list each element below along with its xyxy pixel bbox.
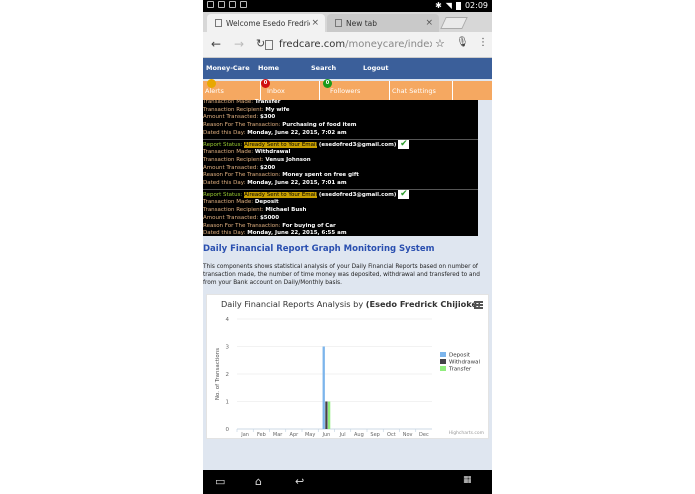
legend-swatch xyxy=(440,359,446,364)
tab-title: New tab xyxy=(346,18,378,28)
subnav-chat-settings[interactable]: Chat Settings xyxy=(390,81,453,100)
tab-title: Welcome Esedo Fredrick Chi xyxy=(226,18,310,28)
x-tick-label: Sep xyxy=(370,432,379,438)
legend-swatch xyxy=(440,352,446,357)
subnav-label: Followers xyxy=(330,86,361,95)
x-tick-label: Apr xyxy=(290,432,300,438)
y-tick-label: 1 xyxy=(226,400,230,406)
status-badge: Already Sent to Your Email xyxy=(244,141,318,148)
legend-label: Deposit xyxy=(449,353,471,359)
back-icon[interactable]: ← xyxy=(211,37,221,51)
page-icon xyxy=(265,40,273,50)
bar-deposit xyxy=(322,346,325,429)
x-tick-label: Jul xyxy=(339,432,346,438)
sub-nav: Alerts 0 Inbox 0 Followers Chat Settings xyxy=(203,79,492,100)
warning-icon xyxy=(229,1,236,8)
subnav-label: Chat Settings xyxy=(392,86,436,95)
subnav-inbox[interactable]: 0 Inbox xyxy=(261,79,320,100)
check-icon: ✔ xyxy=(398,138,410,149)
tab-strip: Welcome Esedo Fredrick Chi × New tab × xyxy=(203,12,492,32)
page-icon xyxy=(335,19,342,27)
y-tick-label: 0 xyxy=(226,427,230,433)
overflow-icon[interactable]: ▦ xyxy=(463,475,472,485)
y-tick-label: 2 xyxy=(226,372,230,378)
close-icon[interactable]: × xyxy=(311,18,319,28)
subnav-label: Inbox xyxy=(267,86,285,95)
image-icon xyxy=(240,1,247,8)
nav-logout[interactable]: Logout xyxy=(363,64,388,72)
url-bar[interactable]: fredcare.com/moneycare/index_ana xyxy=(279,39,432,50)
page-description: This components shows statistical analys… xyxy=(203,264,480,286)
url-host: fredcare.com xyxy=(279,39,346,50)
y-tick-label: 4 xyxy=(226,317,230,323)
report-entry: Report Status: Already Sent to Your Emai… xyxy=(203,138,478,188)
status-badge: Already Sent to Your Email xyxy=(244,191,318,198)
notification-icon xyxy=(207,1,214,8)
x-tick-label: Nov xyxy=(403,432,413,438)
y-axis-label: No. of Transactions xyxy=(215,348,221,400)
back-nav-icon[interactable]: ↩ xyxy=(295,475,304,488)
legend-label: Transfer xyxy=(448,367,472,373)
subnav-followers[interactable]: 0 Followers xyxy=(320,79,390,100)
report-list: Transaction Made: Transfer Transaction R… xyxy=(203,99,478,238)
inbox-badge: 0 xyxy=(261,79,270,88)
home-icon[interactable]: ⌂ xyxy=(255,475,262,488)
notification-icon xyxy=(218,1,225,8)
wifi-icon: ◥ xyxy=(445,1,452,10)
nav-search[interactable]: Search xyxy=(311,64,336,72)
alert-badge xyxy=(207,79,216,88)
x-tick-label: May xyxy=(305,432,315,438)
recent-apps-icon[interactable]: ▭ xyxy=(215,475,225,488)
report-entry: Report Status: Already Sent to Your Emai… xyxy=(203,188,478,238)
mic-icon[interactable]: 🎙 xyxy=(456,37,469,48)
chart-container: Daily Financial Reports Analysis by (Ese… xyxy=(206,294,489,439)
bar-withdrawal xyxy=(325,401,328,429)
site-nav: Money-Care Home Search Logout xyxy=(203,58,492,79)
nav-home[interactable]: Home xyxy=(258,64,279,72)
bar-chart: 0 1 2 3 4 No. of Transactions Jan Feb Mar Apr May J… xyxy=(215,317,480,438)
x-tick-label: Jun xyxy=(321,432,330,438)
clock: 02:09 xyxy=(464,1,488,10)
followers-badge: 0 xyxy=(323,79,332,88)
x-tick-label: Aug xyxy=(354,432,364,438)
close-icon[interactable]: × xyxy=(425,18,433,28)
x-tick-label: Feb xyxy=(257,432,266,438)
x-tick-label: Dec xyxy=(419,432,429,438)
forward-icon[interactable]: → xyxy=(234,37,244,51)
x-tick-label: Oct xyxy=(387,432,396,438)
bluetooth-icon: ✱ xyxy=(435,1,442,10)
browser-toolbar: ← → ↻ fredcare.com/moneycare/index_ana ☆… xyxy=(203,32,492,58)
page-title: Daily Financial Report Graph Monitoring … xyxy=(203,244,435,254)
subnav-label: Alerts xyxy=(205,86,224,95)
new-tab-button[interactable] xyxy=(440,17,468,29)
android-device-screen: ✱ ◥ 02:09 Welcome Esedo Fredrick Chi × N… xyxy=(203,0,492,494)
page-icon xyxy=(215,19,222,27)
bar-transfer xyxy=(327,401,331,429)
menu-icon[interactable]: ⋮ xyxy=(478,37,488,48)
status-bar: ✱ ◥ 02:09 xyxy=(203,0,492,12)
legend-label: Withdrawal xyxy=(449,360,480,366)
report-entry-partial: Transaction Made: Transfer Transaction R… xyxy=(203,99,357,136)
star-icon[interactable]: ☆ xyxy=(435,37,445,50)
legend-swatch xyxy=(440,366,446,371)
y-tick-label: 3 xyxy=(226,345,230,351)
nav-brand[interactable]: Money-Care xyxy=(206,64,250,72)
url-path: /moneycare/index_ana xyxy=(345,39,432,50)
tab-new-tab[interactable]: New tab × xyxy=(327,14,439,32)
android-nav-bar: ▭ ⌂ ↩ ▦ xyxy=(203,470,492,494)
chart-credits[interactable]: Highcharts.com xyxy=(449,431,484,436)
reload-icon[interactable]: ↻ xyxy=(256,37,265,50)
x-tick-label: Jan xyxy=(240,432,249,438)
tab-welcome[interactable]: Welcome Esedo Fredrick Chi × xyxy=(207,14,325,32)
subnav-alerts[interactable]: Alerts xyxy=(203,79,261,100)
check-icon: ✔ xyxy=(398,188,410,199)
battery-icon xyxy=(455,1,461,10)
x-tick-label: Mar xyxy=(273,432,283,438)
